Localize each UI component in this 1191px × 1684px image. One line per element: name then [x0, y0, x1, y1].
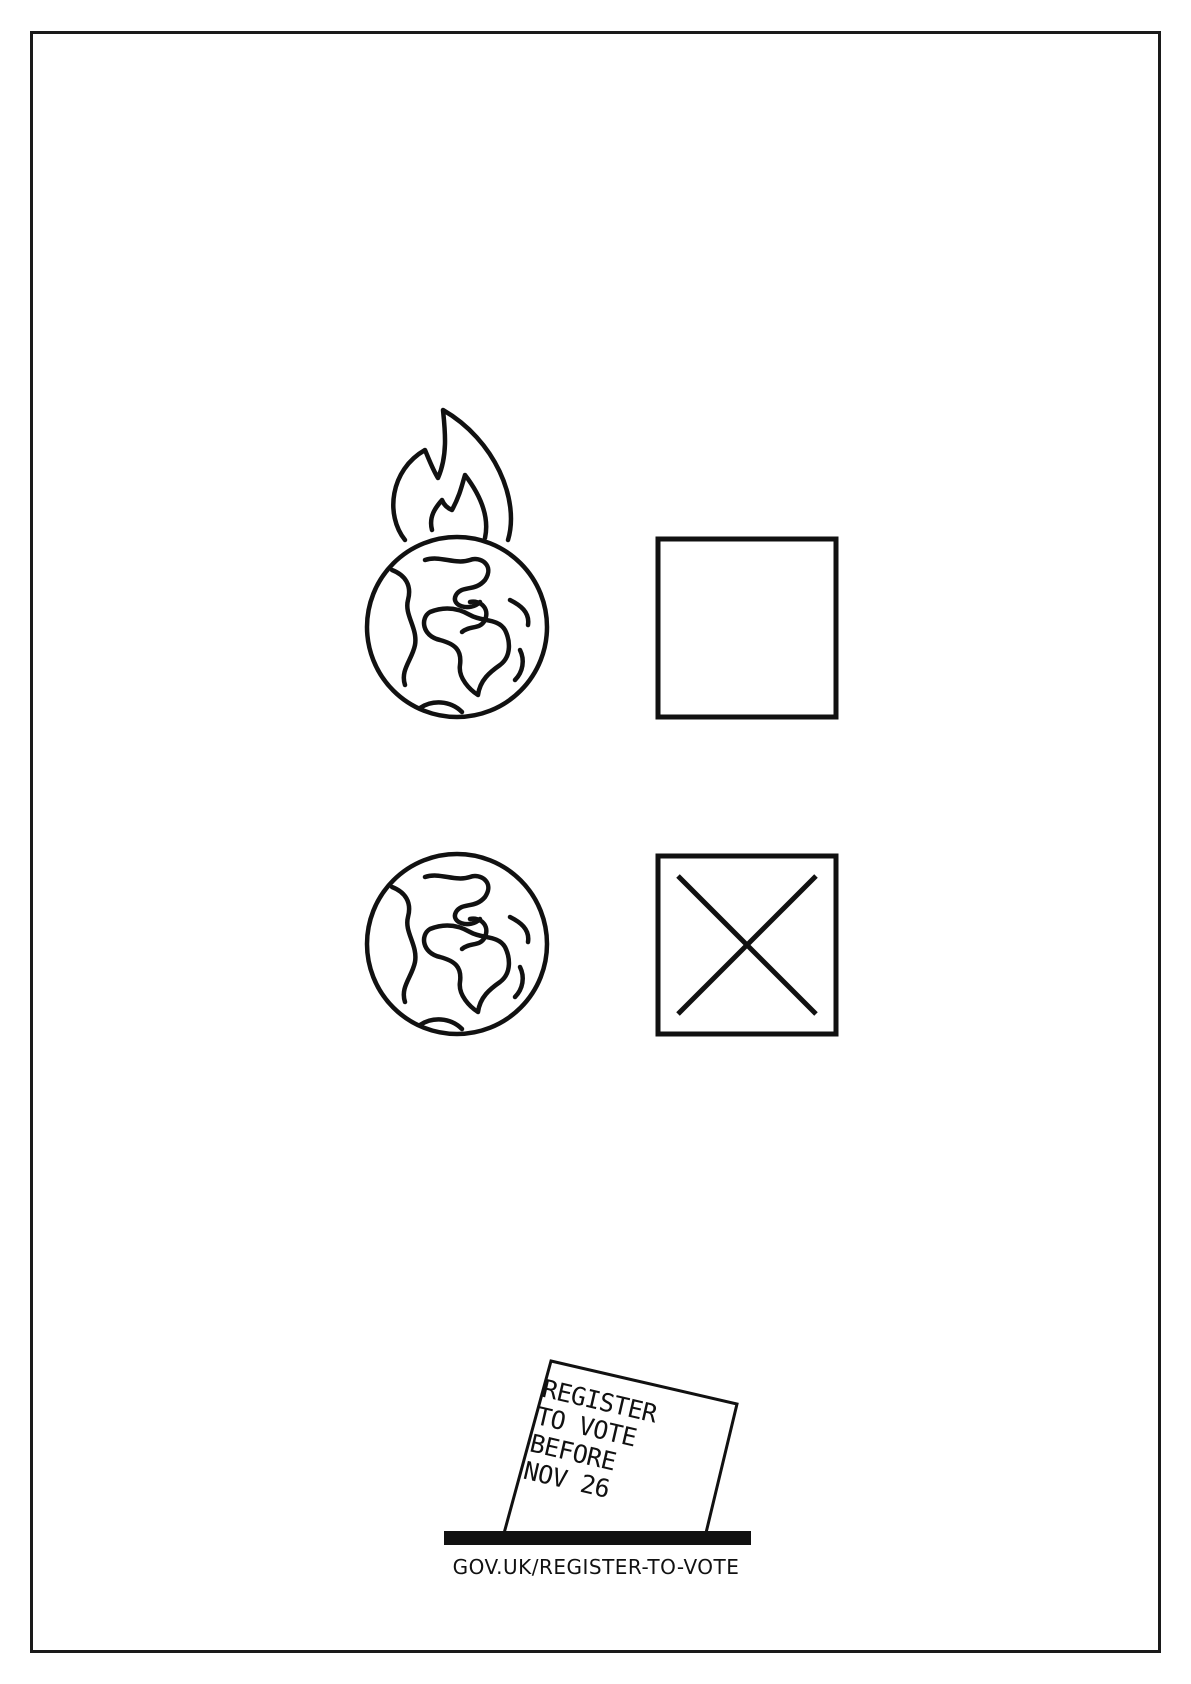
flame-inner-icon [428, 472, 489, 541]
earth-icon [364, 851, 550, 1037]
ballot-slot-bar [444, 1531, 751, 1545]
globe-outline [364, 851, 550, 1037]
register-url[interactable]: GOV.UK/REGISTER-TO-VOTE [440, 1555, 752, 1579]
burning-earth-icon [364, 407, 550, 720]
checkbox-checked-x [655, 853, 839, 1037]
flame-icon [391, 407, 514, 543]
checkbox-empty [655, 536, 839, 720]
globe-outline [364, 534, 550, 720]
